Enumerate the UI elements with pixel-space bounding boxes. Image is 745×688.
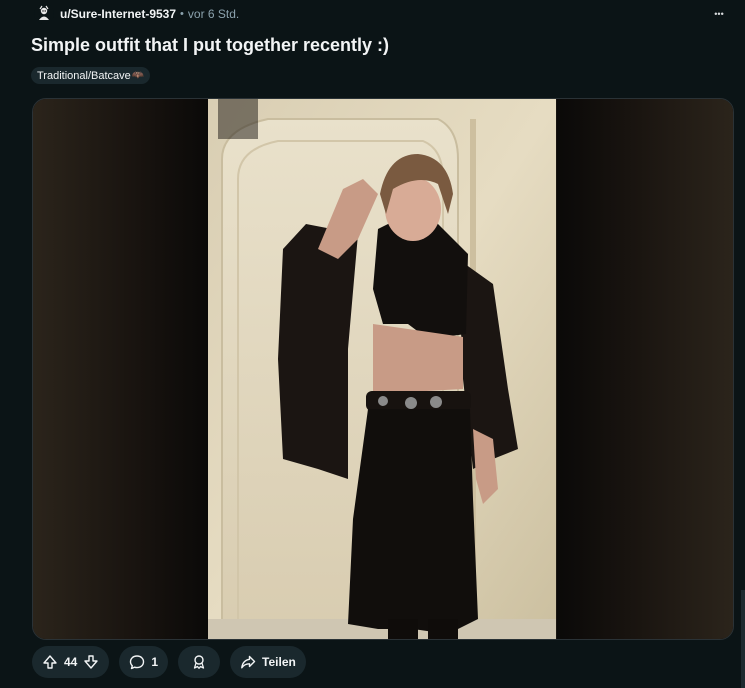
award-button[interactable] [178, 646, 221, 678]
flair-text: Traditional/Batcave [37, 69, 131, 82]
award-icon [191, 654, 207, 670]
downvote-icon[interactable] [83, 654, 99, 670]
outfit-photo[interactable] [208, 99, 556, 639]
share-button[interactable]: Teilen [230, 646, 306, 678]
post-actions: 44 1 Teilen [32, 646, 306, 678]
share-label: Teilen [262, 655, 296, 669]
username-link[interactable]: u/Sure-Internet-9537 [60, 7, 176, 21]
more-options-button[interactable]: ••• [707, 4, 731, 24]
meta-separator: • [180, 8, 184, 20]
media-blur-left [33, 99, 209, 639]
post-flair[interactable]: Traditional/Batcave 🦇 [31, 67, 151, 84]
comment-icon [129, 654, 145, 670]
post-card: u/Sure-Internet-9537 • vor 6 Std. ••• Si… [0, 0, 745, 688]
comments-button[interactable]: 1 [119, 646, 169, 678]
post-title[interactable]: Simple outfit that I put together recent… [31, 35, 389, 56]
share-icon [240, 654, 256, 670]
post-media[interactable] [32, 98, 734, 640]
vote-count: 44 [64, 655, 78, 669]
more-icon: ••• [714, 9, 724, 19]
user-avatar[interactable] [34, 4, 54, 24]
post-timestamp: vor 6 Std. [187, 7, 240, 21]
bat-icon: 🦇 [131, 70, 145, 81]
media-blur-right [557, 99, 733, 639]
vote-group: 44 [32, 646, 110, 678]
post-header: u/Sure-Internet-9537 • vor 6 Std. ••• [34, 4, 731, 24]
avatar-icon [34, 4, 54, 24]
comment-count: 1 [151, 655, 159, 669]
scrollbar[interactable] [741, 590, 745, 688]
outfit-photo-image [208, 99, 556, 639]
upvote-icon[interactable] [42, 654, 58, 670]
